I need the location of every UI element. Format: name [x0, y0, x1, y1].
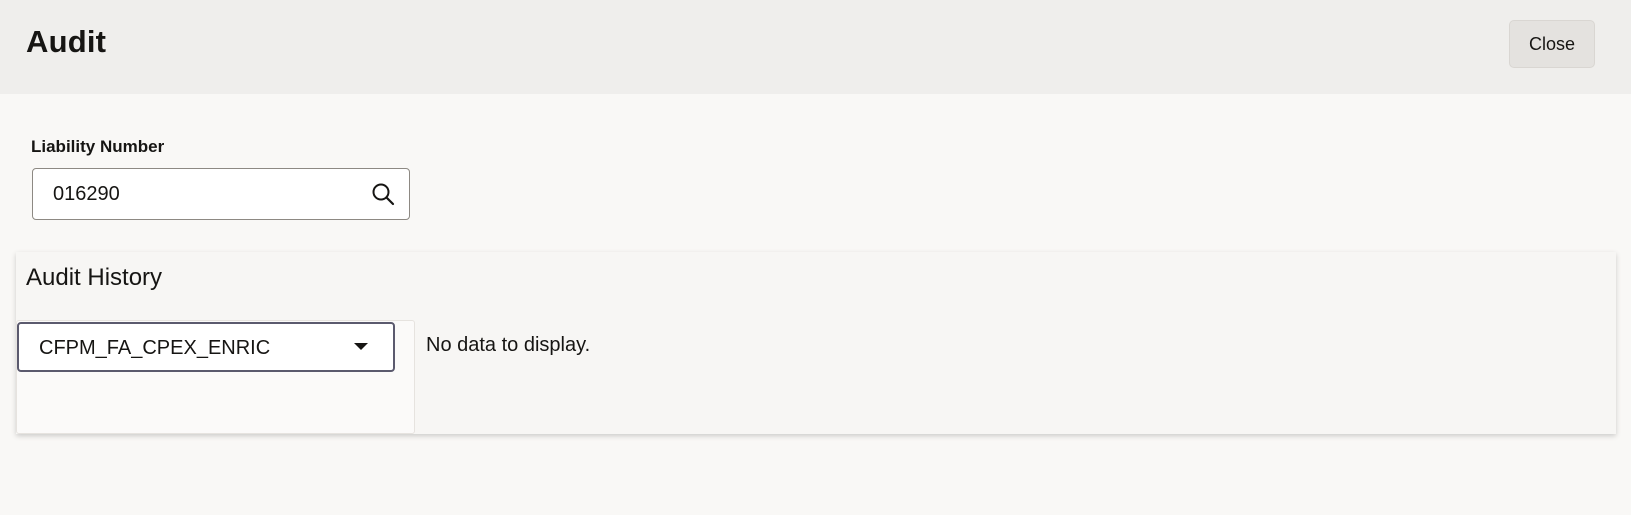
search-icon[interactable] — [371, 182, 395, 206]
liability-number-input[interactable] — [53, 169, 353, 219]
close-button[interactable]: Close — [1509, 20, 1595, 68]
audit-history-panel: Audit History CFPM_FA_CPEX_ENRIC No data… — [16, 252, 1616, 434]
audit-history-title: Audit History — [26, 264, 163, 291]
liability-number-label: Liability Number — [31, 137, 165, 156]
chevron-down-icon — [354, 343, 368, 350]
page-title: Audit — [26, 24, 107, 59]
empty-message: No data to display. — [426, 334, 591, 356]
liability-number-field[interactable] — [32, 168, 410, 220]
page-header: Audit Close — [0, 0, 1631, 94]
version-select[interactable]: CFPM_FA_CPEX_ENRIC — [17, 322, 395, 372]
version-select-value: CFPM_FA_CPEX_ENRIC — [39, 337, 271, 359]
